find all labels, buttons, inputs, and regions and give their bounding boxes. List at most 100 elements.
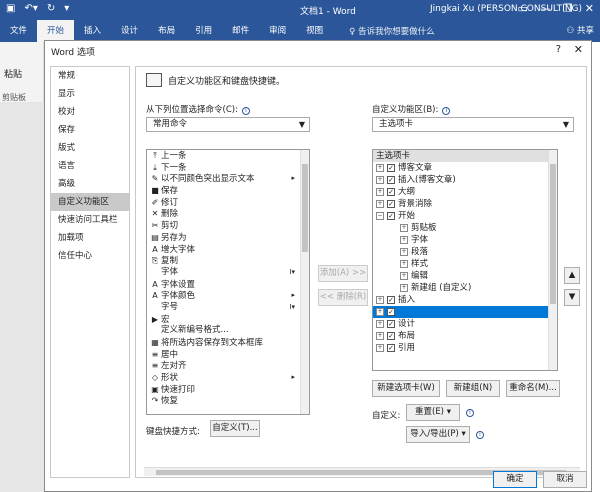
reset-button[interactable]: 重置(E) ▾: [406, 404, 460, 421]
nav-language[interactable]: 语言: [51, 157, 129, 175]
tab-home[interactable]: 开始: [37, 20, 75, 42]
expand-icon[interactable]: +: [376, 176, 384, 184]
close-button[interactable]: ✕: [585, 2, 594, 15]
tree-item[interactable]: + ✓ 博客文章: [373, 162, 557, 174]
import-export-button[interactable]: 导入/导出(P) ▾: [406, 426, 470, 443]
dialog-close-button[interactable]: ✕: [574, 43, 583, 56]
command-item[interactable]: ✕ 删除: [147, 208, 309, 220]
tree-item[interactable]: + ✓ 大纲: [373, 186, 557, 198]
command-item[interactable]: ■ 保存: [147, 185, 309, 197]
command-item[interactable]: ↷ 恢复: [147, 395, 309, 407]
nav-layout[interactable]: 版式: [51, 139, 129, 157]
command-item[interactable]: 定义新编号格式...: [147, 325, 309, 337]
tree-item[interactable]: + 样式: [373, 258, 557, 270]
tab-references[interactable]: 引用: [185, 20, 222, 42]
paste-button[interactable]: 粘贴: [4, 67, 22, 80]
tree-item[interactable]: + ✓ 设计: [373, 318, 557, 330]
choose-commands-select[interactable]: 常用命令 ▼: [146, 117, 310, 132]
tree-item[interactable]: + 段落: [373, 246, 557, 258]
expand-icon[interactable]: +: [376, 164, 384, 172]
command-item[interactable]: ▦ 将所选内容保存到文本框库: [147, 337, 309, 349]
tab-layout[interactable]: 布局: [148, 20, 185, 42]
expand-icon[interactable]: +: [400, 248, 408, 256]
command-item[interactable]: ⤓ 下一条: [147, 162, 309, 174]
tab-design[interactable]: 设计: [111, 20, 148, 42]
tree-item[interactable]: + 新建组 (自定义): [373, 282, 557, 294]
tab-review[interactable]: 审阅: [259, 20, 296, 42]
tab-checkbox[interactable]: ✓: [387, 308, 395, 316]
tab-checkbox[interactable]: ✓: [387, 212, 395, 220]
nav-save[interactable]: 保存: [51, 121, 129, 139]
tree-item[interactable]: + ✓ 插入: [373, 294, 557, 306]
expand-icon[interactable]: +: [376, 320, 384, 328]
nav-quick-access-toolbar[interactable]: 快速访问工具栏: [51, 211, 129, 229]
scroll-thumb[interactable]: [550, 164, 556, 304]
scroll-thumb[interactable]: [302, 164, 308, 252]
tab-checkbox[interactable]: ✓: [387, 296, 395, 304]
command-item[interactable]: ▤ 另存为: [147, 232, 309, 244]
expand-icon[interactable]: +: [376, 296, 384, 304]
commands-list[interactable]: ⤒ 上一条 ⤓ 下一条 ✎ 以不同颜色突出显示文本 ▸ ■ 保存 ✐ 修订 ✕ 删除 ✂ 剪切 ▤ 另存为 A 增大…: [146, 149, 310, 415]
expand-icon[interactable]: +: [376, 200, 384, 208]
new-group-button[interactable]: 新建组(N): [446, 380, 500, 397]
new-tab-button[interactable]: 新建选项卡(W): [372, 380, 440, 397]
remove-button[interactable]: << 删除(R): [318, 289, 368, 306]
ribbon-tree[interactable]: 主选项卡 + ✓ 博客文章 + ✓ 插入(博客文章) + ✓ 大纲 + ✓ 背景消除 − ✓ 开始 + 剪贴板 + 字…: [372, 149, 558, 371]
restore-button[interactable]: ❐: [563, 2, 573, 15]
tab-checkbox[interactable]: ✓: [387, 344, 395, 352]
command-item[interactable]: ⎘ 复制: [147, 255, 309, 267]
nav-advanced[interactable]: 高级: [51, 175, 129, 193]
expand-icon[interactable]: +: [400, 272, 408, 280]
expand-icon[interactable]: +: [400, 260, 408, 268]
expand-icon[interactable]: +: [400, 236, 408, 244]
command-item[interactable]: ✐ 修订: [147, 197, 309, 209]
command-item[interactable]: 字体 I▾: [147, 267, 309, 279]
keyboard-customize-button[interactable]: 自定义(T)...: [210, 420, 260, 437]
tree-item[interactable]: + ✓ 布局: [373, 330, 557, 342]
commands-scrollbar[interactable]: [300, 150, 309, 414]
expand-icon[interactable]: +: [376, 188, 384, 196]
add-button[interactable]: 添加(A) >>: [318, 265, 368, 282]
cancel-button[interactable]: 取消: [543, 471, 587, 488]
tab-checkbox[interactable]: ✓: [387, 176, 395, 184]
ribbon-display-icon[interactable]: ▭: [518, 2, 528, 15]
tell-me-box[interactable]: ♀ 告诉我你想要做什么: [349, 25, 434, 37]
move-down-button[interactable]: ▼: [564, 289, 580, 306]
ok-button[interactable]: 确定: [493, 471, 537, 488]
rename-button[interactable]: 重命名(M)...: [506, 380, 560, 397]
more-icon[interactable]: ▾: [64, 3, 69, 14]
command-item[interactable]: ≡ 左对齐: [147, 360, 309, 372]
command-item[interactable]: A 字体颜色 ▸: [147, 290, 309, 302]
nav-display[interactable]: 显示: [51, 85, 129, 103]
command-item[interactable]: ▣ 快速打印: [147, 384, 309, 396]
nav-trust-center[interactable]: 信任中心: [51, 247, 129, 265]
tab-checkbox[interactable]: ✓: [387, 332, 395, 340]
tree-item[interactable]: + 字体: [373, 234, 557, 246]
tree-item[interactable]: + 剪贴板: [373, 222, 557, 234]
tree-item[interactable]: + ✓ 插入(博客文章): [373, 174, 557, 186]
tree-item[interactable]: + ✓ 引用: [373, 342, 557, 354]
command-item[interactable]: ≡ 居中: [147, 349, 309, 361]
tab-checkbox[interactable]: ✓: [387, 188, 395, 196]
tree-header[interactable]: 主选项卡: [373, 150, 557, 162]
collapse-icon[interactable]: −: [376, 212, 384, 220]
expand-icon[interactable]: +: [400, 224, 408, 232]
nav-general[interactable]: 常规: [51, 67, 129, 85]
nav-add-ins[interactable]: 加载项: [51, 229, 129, 247]
expand-icon[interactable]: +: [400, 284, 408, 292]
command-item[interactable]: ▶ 宏: [147, 314, 309, 326]
nav-proofing[interactable]: 校对: [51, 103, 129, 121]
save-icon[interactable]: ▣: [6, 3, 15, 14]
tab-checkbox[interactable]: ✓: [387, 320, 395, 328]
tab-view[interactable]: 视图: [296, 20, 333, 42]
minimize-button[interactable]: —: [540, 2, 551, 15]
nav-customize-ribbon[interactable]: 自定义功能区: [51, 193, 129, 211]
help-button[interactable]: ?: [556, 44, 561, 55]
command-item[interactable]: A 增大字体: [147, 244, 309, 256]
tab-file[interactable]: 文件: [0, 20, 37, 42]
expand-icon[interactable]: +: [376, 332, 384, 340]
tree-item[interactable]: + 编辑: [373, 270, 557, 282]
expand-icon[interactable]: +: [376, 344, 384, 352]
tab-checkbox[interactable]: ✓: [387, 164, 395, 172]
customize-ribbon-select[interactable]: 主选项卡 ▼: [372, 117, 574, 132]
